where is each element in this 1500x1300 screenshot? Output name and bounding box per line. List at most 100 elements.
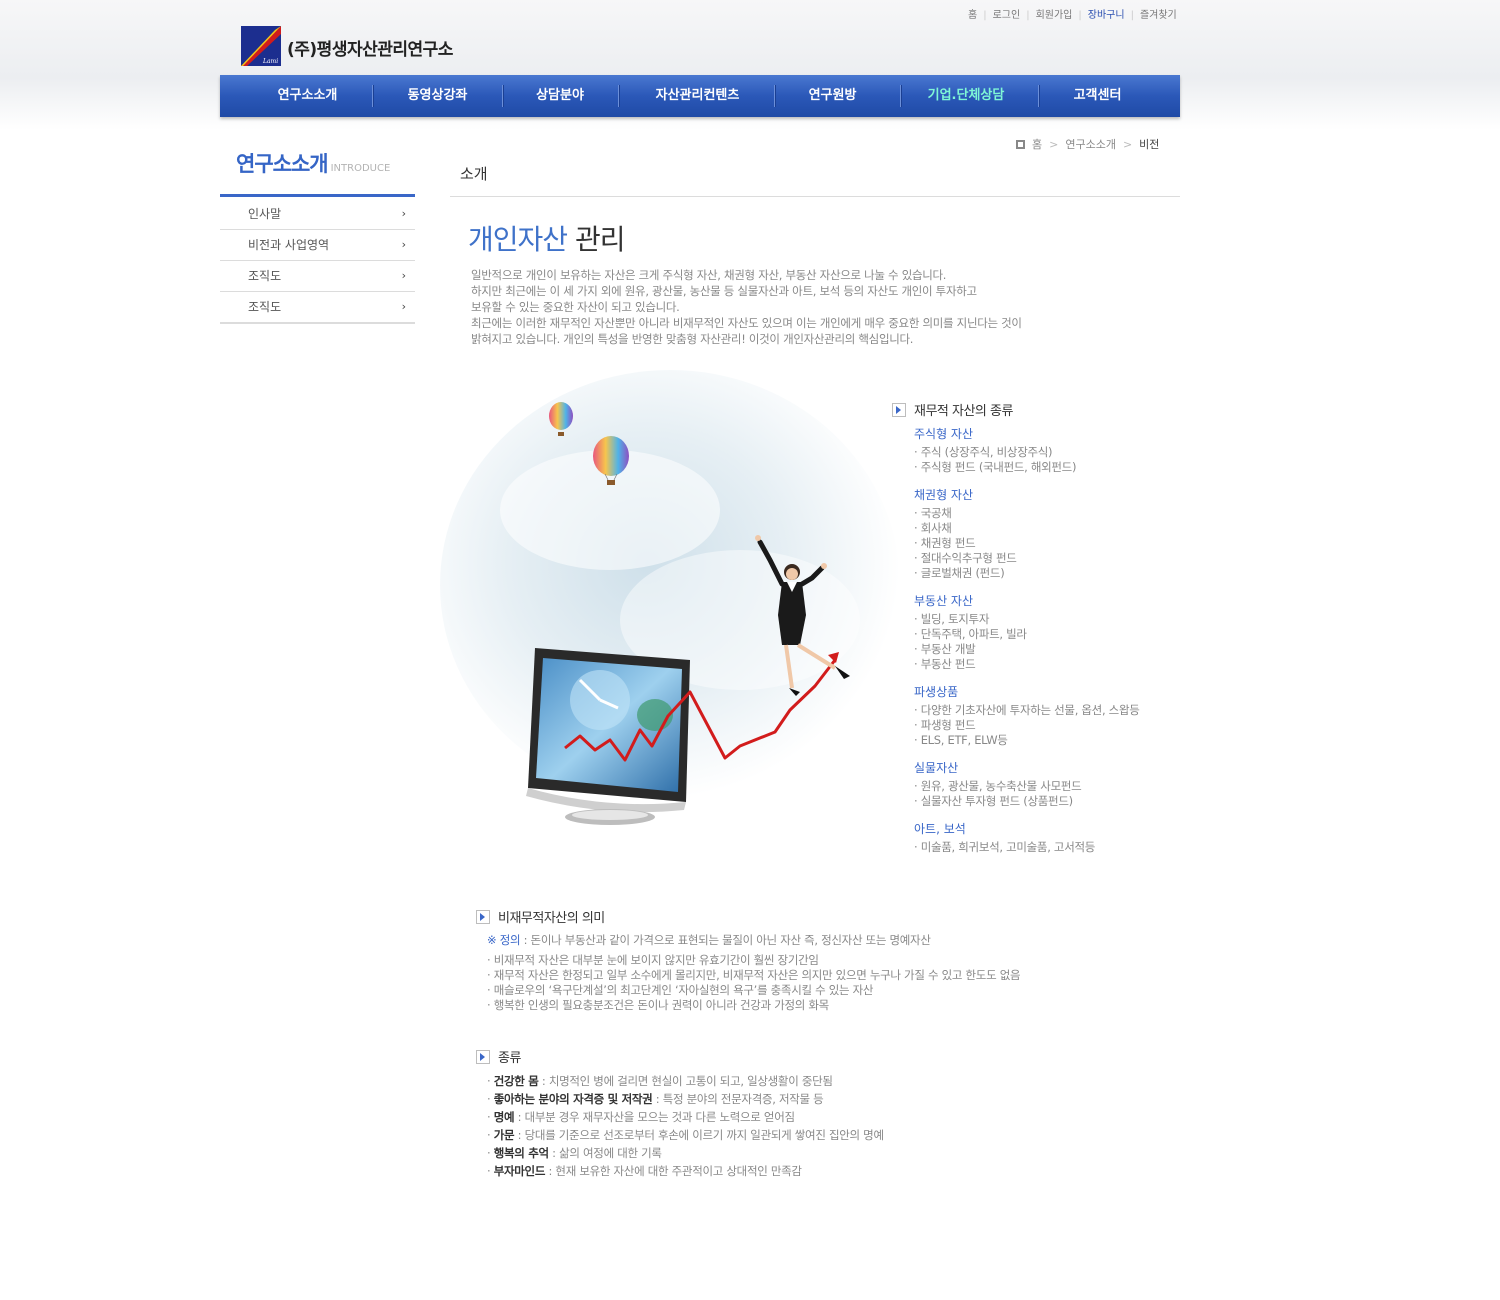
kind-term: 좋아하는 분야의 자격증 및 저작권 <box>493 1092 653 1106</box>
asset-category: 부동산 자산 <box>914 594 974 608</box>
asset-item: · 부동산 개발 <box>914 642 976 656</box>
nav-item-video[interactable]: 동영상강좌 <box>400 75 475 117</box>
side-menu: 인사말 › 비전과 사업영역 › 조직도 › 조직도 › <box>220 199 415 324</box>
side-menu-label: 조직도 <box>248 269 282 283</box>
kind-term: 가문 <box>493 1128 515 1142</box>
list-item: · 재무적 자산은 한정되고 일부 소수에게 몰리지만, 비재무적 자산은 의지… <box>487 968 1021 982</box>
kind-desc: : 치명적인 병에 걸리면 현실이 고통이 되고, 일상생활이 중단됨 <box>538 1074 833 1088</box>
side-menu-item-vision[interactable]: 비전과 사업영역 › <box>220 230 415 261</box>
asset-item: · 부동산 펀드 <box>914 657 976 671</box>
bullet-arrow-icon <box>476 910 490 924</box>
nav-item-contents[interactable]: 자산관리컨텐츠 <box>650 75 745 117</box>
kind-term: 건강한 몸 <box>493 1074 539 1088</box>
chevron-right-icon: › <box>401 300 406 313</box>
asset-item: · 글로벌채권 (펀드) <box>914 566 1005 580</box>
list-item: · 매슬로우의 ‘욕구단계설’의 최고단계인 ‘자아실현의 욕구’를 충족시킬 … <box>487 983 874 997</box>
financial-asset-list: 주식형 자산 · 주식 (상장주식, 비상장주식) · 주식형 펀드 (국내펀드… <box>914 426 1194 867</box>
kind-term: 행복의 추억 <box>493 1146 549 1160</box>
utility-links: 홈 | 로그인 | 회원가입 | 장바구니 | 즐겨찾기 <box>968 6 1177 21</box>
chevron-right-icon: > <box>1049 138 1059 151</box>
intro-line: 보유할 수 있는 중요한 자산이 되고 있습니다. <box>471 300 680 314</box>
kind-term: 부자마인드 <box>493 1164 546 1178</box>
definition-label: ※ 정의 <box>487 933 521 947</box>
asset-category: 파생상품 <box>914 685 959 699</box>
nonfinancial-section-title: 비재무적자산의 의미 <box>476 907 605 926</box>
asset-category: 아트, 보석 <box>914 822 966 836</box>
asset-category: 채권형 자산 <box>914 488 974 502</box>
logo-mark-text: Lami <box>262 58 278 65</box>
side-menu-label: 인사말 <box>248 207 282 221</box>
kinds-title-text: 종류 <box>498 1051 521 1066</box>
asset-item: · 채권형 펀드 <box>914 536 976 550</box>
asset-item: · 빌딩, 토지투자 <box>914 612 990 626</box>
logo-text: (주)평생자산관리연구소 <box>287 40 453 60</box>
nav-item-customer[interactable]: 고객센터 <box>1070 75 1125 117</box>
asset-item: · ELS, ETF, ELW등 <box>914 733 1008 747</box>
nav-item-intro[interactable]: 연구소소개 <box>270 75 345 117</box>
kind-desc: : 현재 보유한 자산에 대한 주관적이고 상대적인 만족감 <box>545 1164 802 1178</box>
breadcrumb-current: 비전 <box>1139 138 1160 151</box>
list-item: · 행복한 인생의 필요충분조건은 돈이나 권력이 아니라 건강과 가정의 화목 <box>487 998 829 1012</box>
logo-mark-icon: Lami <box>241 26 281 66</box>
asset-item: · 실물자산 투자형 펀드 (상품펀드) <box>914 794 1073 808</box>
list-item: · 건강한 몸 : 치명적인 병에 걸리면 현실이 고통이 되고, 일상생활이 … <box>487 1074 833 1088</box>
kinds-list: · 건강한 몸 : 치명적인 병에 걸리면 현실이 고통이 되고, 일상생활이 … <box>487 1072 884 1180</box>
asset-item: · 파생형 펀드 <box>914 718 976 732</box>
kind-desc: : 삶의 여정에 대한 기록 <box>548 1146 662 1160</box>
chevron-right-icon: > <box>1122 138 1133 151</box>
util-home-link[interactable]: 홈 <box>968 6 977 21</box>
kinds-section-title: 종류 <box>476 1047 521 1066</box>
heading-blue: 개인자산 <box>468 223 568 256</box>
heading-dark: 관리 <box>574 223 626 256</box>
chevron-right-icon: › <box>401 207 406 220</box>
side-menu-label: 비전과 사업영역 <box>248 238 330 252</box>
asset-item: · 절대수익추구형 펀드 <box>914 551 1017 565</box>
util-bookmark-link[interactable]: 즐겨찾기 <box>1140 6 1177 21</box>
asset-group-bond: 채권형 자산 · 국공채 · 회사채 · 채권형 펀드 · 절대수익추구형 펀드… <box>914 487 1194 581</box>
intro-line: 하지만 최근에는 이 세 가지 외에 원유, 광산물, 농산물 등 실물자산과 … <box>471 284 977 298</box>
side-menu-item-greeting[interactable]: 인사말 › <box>220 199 415 230</box>
kind-term: 명예 <box>493 1110 515 1124</box>
list-item: · 비재무적 자산은 대부분 눈에 보이지 않지만 유효기간이 훨씬 장기간임 <box>487 953 819 967</box>
home-icon <box>1016 140 1025 149</box>
content-heading: 개인자산 관리 <box>468 218 626 258</box>
intro-line: 최근에는 이러한 재무적인 자산뿐만 아니라 비재무적인 자산도 있으며 이는 … <box>471 316 1022 330</box>
kind-desc: : 대부분 경우 재무자산을 모으는 것과 다른 노력으로 얻어짐 <box>514 1110 795 1124</box>
nav-item-consulting[interactable]: 상담분야 <box>530 75 590 117</box>
side-menu-item-org-2[interactable]: 조직도 › <box>220 292 415 324</box>
financial-title-text: 재무적 자산의 종류 <box>914 404 1013 419</box>
breadcrumb-home[interactable]: 홈 <box>1032 138 1042 151</box>
list-item: · 명예 : 대부분 경우 재무자산을 모으는 것과 다른 노력으로 얻어짐 <box>487 1110 795 1124</box>
list-item: · 행복의 추억 : 삶의 여정에 대한 기록 <box>487 1146 662 1160</box>
lnb-divider <box>220 194 415 197</box>
asset-item: · 국공채 <box>914 506 952 520</box>
intro-paragraph: 일반적으로 개인이 보유하는 자산은 크게 주식형 자산, 채권형 자산, 부동… <box>471 267 1022 347</box>
monitor-icon <box>526 648 690 825</box>
asset-group-realestate: 부동산 자산 · 빌딩, 토지투자 · 단독주택, 아파트, 빌라 · 부동산 … <box>914 593 1194 672</box>
list-item: · 부자마인드 : 현재 보유한 자산에 대한 주관적이고 상대적인 만족감 <box>487 1164 802 1178</box>
asset-item: · 다양한 기초자산에 투자하는 선물, 옵션, 스왑등 <box>914 703 1140 717</box>
intro-line: 일반적으로 개인이 보유하는 자산은 크게 주식형 자산, 채권형 자산, 부동… <box>471 268 947 282</box>
nav-item-corporate[interactable]: 기업.단체상담 <box>924 75 1008 117</box>
asset-item: · 주식형 펀드 (국내펀드, 해외펀드) <box>914 460 1077 474</box>
asset-item: · 미술품, 희귀보석, 고미술품, 고서적등 <box>914 840 1096 854</box>
definition-text: : 돈이나 부동산과 같이 가격으로 표현되는 물질이 아닌 자산 즉, 정신자… <box>520 933 931 947</box>
bullet-arrow-icon <box>476 1050 490 1064</box>
util-login-link[interactable]: 로그인 <box>993 6 1021 21</box>
util-cart-link[interactable]: 장바구니 <box>1088 6 1125 21</box>
list-item: · 좋아하는 분야의 자격증 및 저작권 : 특정 분야의 전문자격증, 저작물… <box>487 1092 824 1106</box>
asset-item: · 주식 (상장주식, 비상장주식) <box>914 445 1053 459</box>
asset-category: 주식형 자산 <box>914 427 974 441</box>
util-join-link[interactable]: 회원가입 <box>1036 6 1073 21</box>
title-divider <box>450 196 1180 197</box>
asset-category: 실물자산 <box>914 761 959 775</box>
asset-group-derivatives: 파생상품 · 다양한 기초자산에 투자하는 선물, 옵션, 스왑등 · 파생형 … <box>914 684 1194 748</box>
kind-desc: : 당대를 기준으로 선조로부터 후손에 이르기 까지 일관되게 쌓여진 집안의… <box>514 1128 884 1142</box>
side-menu-item-org-1[interactable]: 조직도 › <box>220 261 415 292</box>
lnb-title-ko: 연구소소개 <box>236 152 329 176</box>
breadcrumb: 홈 > 연구소소개 > 비전 <box>1016 136 1159 152</box>
asset-group-stock: 주식형 자산 · 주식 (상장주식, 비상장주식) · 주식형 펀드 (국내펀드… <box>914 426 1194 475</box>
investment-illustration <box>440 370 900 840</box>
breadcrumb-section[interactable]: 연구소소개 <box>1065 138 1116 151</box>
nav-item-researcher[interactable]: 연구원방 <box>805 75 860 117</box>
